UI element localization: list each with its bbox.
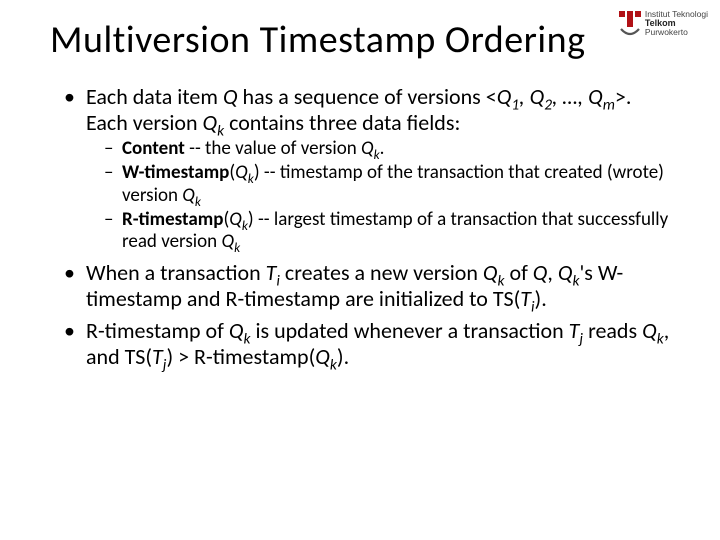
logo-mark-icon [619,11,641,37]
sub-bullet-content: Content -- the value of version Qk. [104,138,670,160]
sub-list: Content -- the value of version Qk. W-ti… [86,138,670,254]
bullet-1: Each data item Q has a sequence of versi… [64,84,670,254]
brand-logo: Institut Teknologi Telkom Purwokerto [619,10,708,37]
logo-line3: Purwokerto [645,27,688,37]
bullet-2: When a transaction Ti creates a new vers… [64,260,670,312]
sub-bullet-wtimestamp: W-timestamp(Qk) -- timestamp of the tran… [104,162,670,207]
bullet-list: Each data item Q has a sequence of versi… [50,84,670,370]
logo-text: Institut Teknologi Telkom Purwokerto [645,10,708,37]
slide-title: Multiversion Timestamp Ordering [50,20,670,62]
slide: Multiversion Timestamp Ordering Each dat… [0,0,720,396]
bullet-3: R-timestamp of Qk is updated whenever a … [64,318,670,370]
sub-bullet-rtimestamp: R-timestamp(Qk) -- largest timestamp of … [104,209,670,254]
